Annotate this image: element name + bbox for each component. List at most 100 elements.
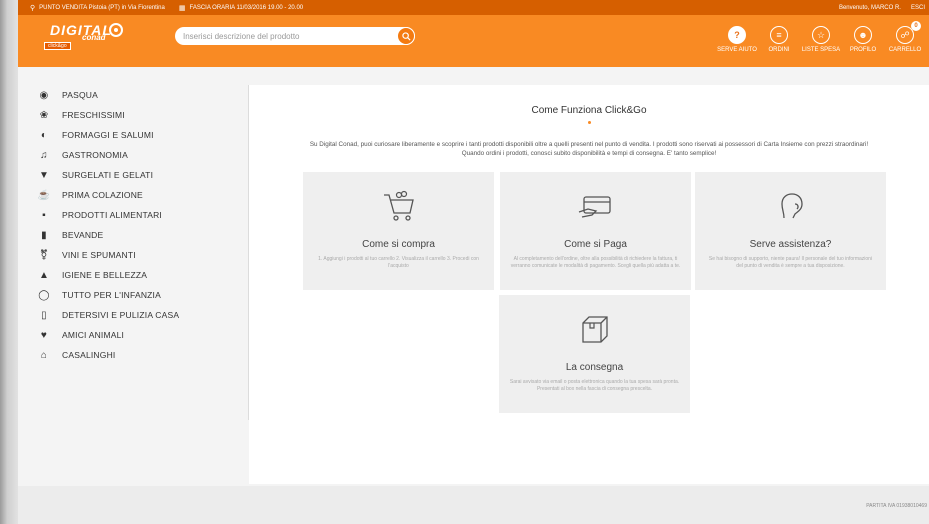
logo-ring-icon (109, 23, 123, 37)
card-delivery[interactable]: La consegna Sarai avvisato via email o p… (499, 295, 690, 413)
card-how-to-buy[interactable]: Come si compra 1. Aggiungi i prodotti al… (303, 172, 494, 290)
search-button[interactable] (397, 27, 415, 45)
nav-help-label: SERVE AIUTO (717, 47, 757, 53)
help-icon: ? (728, 26, 746, 44)
category-label: TUTTO PER L'INFANZIA (62, 290, 161, 300)
title-dot (587, 121, 591, 124)
page-frame: ⚲ PUNTO VENDITA Pistoia (PT) in Via Fior… (18, 0, 929, 524)
logo-badge: click&go (44, 42, 71, 50)
category-label: IGIENE E BELLEZZA (62, 270, 148, 280)
page-title: Come Funziona Click&Go (531, 105, 647, 116)
cart-count-badge: 0 (911, 21, 921, 31)
ice-cream-icon: ▼ (38, 169, 50, 181)
card-text: 1. Aggiungi i prodotti al tuo carrello 2… (318, 256, 479, 269)
store-info[interactable]: ⚲ PUNTO VENDITA Pistoia (PT) in Via Fior… (30, 4, 165, 12)
category-gastronomia[interactable]: ♫ GASTRONOMIA (37, 145, 248, 165)
header-nav: ? SERVE AIUTO ≡ ORDINI ☆ LISTE SPESA ☻ P… (717, 21, 925, 53)
nav-lists[interactable]: ☆ LISTE SPESA (801, 26, 841, 53)
main-header: DIGITAL conad click&go ? SERVE AIUTO ≡ O… (18, 15, 929, 67)
digital-conad-logo[interactable]: DIGITAL conad click&go (44, 22, 128, 50)
category-detersivi[interactable]: ▯ DETERSIVI E PULIZIA CASA (37, 305, 248, 325)
household-icon: ⌂ (40, 349, 48, 361)
category-freschissimi[interactable]: ❀ FRESCHISSIMI (37, 105, 248, 125)
page-footer: PARTITA IVA 01938010469 (18, 486, 929, 524)
main-content: Come Funziona Click&Go Su Digital Conad,… (249, 85, 929, 484)
baby-bottle-icon: ◯ (38, 289, 50, 301)
nav-cart-label: CARRELLO (888, 47, 922, 53)
nav-orders[interactable]: ≡ ORDINI (759, 26, 799, 53)
card-title: Serve assistenza? (749, 239, 832, 250)
easter-egg-icon: ◉ (39, 89, 49, 101)
time-slot-info[interactable]: ▦ FASCIA ORARIA 11/03/2016 19.00 - 20.00 (179, 4, 303, 12)
category-prima-colazione[interactable]: ☕ PRIMA COLAZIONE (37, 185, 248, 205)
user-icon: ☻ (854, 26, 872, 44)
category-igiene-bellezza[interactable]: ▲ IGIENE E BELLEZZA (37, 265, 248, 285)
category-label: PRODOTTI ALIMENTARI (62, 210, 162, 220)
category-label: DETERSIVI E PULIZIA CASA (62, 310, 180, 320)
category-label: PRIMA COLAZIONE (62, 190, 143, 200)
category-label: FRESCHISSIMI (62, 110, 125, 120)
category-label: SURGELATI E GELATI (62, 170, 154, 180)
vat-number: PARTITA IVA 01938010469 (866, 503, 927, 509)
category-label: AMICI ANIMALI (62, 330, 125, 340)
breakfast-icon: ☕ (37, 189, 51, 201)
category-surgelati-gelati[interactable]: ▼ SURGELATI E GELATI (37, 165, 248, 185)
intro-text-2: Quando ordini i prodotti, conosci subito… (461, 150, 717, 157)
card-text: Al completamento dell'ordine, oltre alla… (510, 256, 681, 269)
category-label: CASALINGHI (62, 350, 116, 360)
drinks-icon: ▮ (41, 229, 47, 241)
hygiene-icon: ▲ (38, 269, 50, 281)
welcome-text: Benvenuto, MARCO R. (838, 4, 901, 11)
category-vini-spumanti[interactable]: ⚧ VINI E SPUMANTI (37, 245, 248, 265)
search-box (175, 27, 415, 45)
groceries-icon: ▪ (42, 209, 46, 221)
nav-profile[interactable]: ☻ PROFILO (843, 26, 883, 53)
fresh-food-icon: ❀ (39, 109, 49, 121)
category-label: GASTRONOMIA (62, 150, 128, 160)
store-label: PUNTO VENDITA Pistoia (PT) in Via Fioren… (39, 4, 165, 11)
category-label: FORMAGGI E SALUMI (62, 130, 154, 140)
search-input[interactable] (183, 31, 388, 41)
category-formaggi-salumi[interactable]: ◐ FORMAGGI E SALUMI (37, 125, 248, 145)
logo-sub: conad (82, 33, 106, 42)
payment-card-icon (578, 196, 611, 218)
category-sidebar: ◉ PASQUA ❀ FRESCHISSIMI ◐ FORMAGGI E SALUMI… (18, 85, 248, 365)
category-infanzia[interactable]: ◯ TUTTO PER L'INFANZIA (37, 285, 248, 305)
list-icon: ☆ (812, 26, 830, 44)
detergent-icon: ▯ (41, 309, 47, 321)
card-text: Se hai bisogno di supporto, niente paura… (708, 256, 873, 269)
shopping-cart-icon (383, 190, 414, 221)
cheese-icon: ◐ (40, 129, 48, 141)
nav-orders-label: ORDINI (768, 47, 790, 53)
calendar-icon: ▦ (178, 4, 186, 12)
card-assistance[interactable]: Serve assistenza? Se hai bisogno di supp… (695, 172, 886, 290)
search-icon (401, 31, 411, 41)
category-pasqua[interactable]: ◉ PASQUA (37, 85, 248, 105)
card-title: Come si compra (362, 239, 435, 250)
category-label: VINI E SPUMANTI (62, 250, 136, 260)
support-person-icon (780, 193, 803, 219)
window-edge (0, 0, 18, 524)
category-label: BEVANDE (62, 230, 104, 240)
nav-cart[interactable]: ☍ 0 CARRELLO (885, 21, 925, 53)
location-pin-icon: ⚲ (30, 4, 36, 12)
card-title: Come si Paga (564, 239, 627, 250)
package-box-icon (581, 316, 608, 343)
card-text: Sarai avvisato via email o posta elettro… (509, 379, 680, 392)
wine-icon: ⚧ (39, 249, 49, 261)
chef-hat-icon: ♫ (40, 149, 48, 161)
card-title: La consegna (565, 362, 624, 373)
category-bevande[interactable]: ▮ BEVANDE (37, 225, 248, 245)
logout-link[interactable]: ESCI (911, 5, 925, 11)
time-slot-label: FASCIA ORARIA 11/03/2016 19.00 - 20.00 (189, 4, 304, 11)
category-amici-animali[interactable]: ♥ AMICI ANIMALI (37, 325, 248, 345)
category-prodotti-alimentari[interactable]: ▪ PRODOTTI ALIMENTARI (37, 205, 248, 225)
nav-help[interactable]: ? SERVE AIUTO (717, 26, 757, 53)
info-bar: ⚲ PUNTO VENDITA Pistoia (PT) in Via Fior… (18, 0, 929, 15)
nav-lists-label: LISTE SPESA (801, 47, 841, 53)
category-casalinghi[interactable]: ⌂ CASALINGHI (37, 345, 248, 365)
nav-profile-label: PROFILO (849, 47, 877, 53)
category-label: PASQUA (62, 90, 98, 100)
intro-text-1: Su Digital Conad, puoi curiosare liberam… (309, 141, 869, 148)
card-how-to-pay[interactable]: Come si Paga Al completamento dell'ordin… (500, 172, 691, 290)
